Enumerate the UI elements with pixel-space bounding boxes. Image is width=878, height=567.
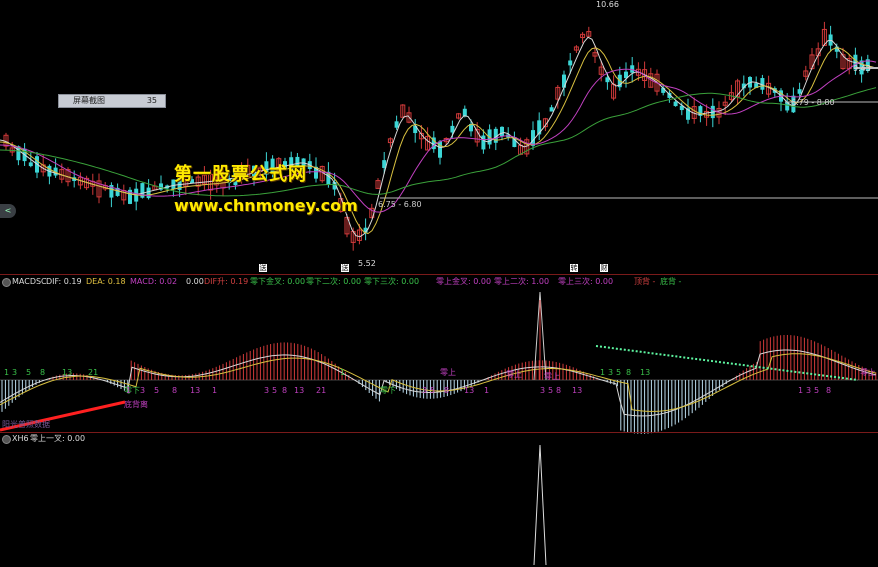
fib-count-label: 5	[430, 386, 436, 395]
candle-down	[673, 101, 678, 107]
candle-down	[146, 187, 151, 199]
fib-count-label: 8	[626, 368, 632, 377]
fib-count-label: 13	[190, 386, 201, 395]
fib-count-label: 8	[444, 386, 450, 395]
watermark-url: www.chnmoney.com	[174, 196, 358, 215]
fib-count-label: 5	[272, 386, 278, 395]
fib-count-label: 8	[826, 386, 832, 395]
fib-count-label: 3	[12, 368, 18, 377]
xh6-settings-icon[interactable]	[2, 435, 11, 444]
macd-dea: DEA: 0.18	[86, 277, 126, 286]
fib-count-label: 5	[26, 368, 32, 377]
macd-zero-up-second: 零上二次: 1.00	[494, 277, 550, 286]
fib-count-label: 1	[600, 368, 606, 377]
xh6-name[interactable]: XH6	[12, 434, 29, 444]
candle-down	[568, 60, 573, 66]
fib-count-label: 5	[154, 386, 160, 395]
candle-down	[394, 121, 399, 128]
macd-dif-up: DIF升: 0.19	[204, 277, 249, 286]
candle-down	[481, 135, 486, 150]
macd-zero-up-right: 零上	[860, 368, 876, 377]
macd-zero-down-golden: 零下金叉: 0.00	[250, 277, 306, 286]
fib-count-label: 1	[4, 368, 10, 377]
price-range-label-a: 6.79 - 8.80	[791, 98, 835, 107]
fib-count-label: 13	[572, 386, 583, 395]
fib-count-label: 5	[814, 386, 820, 395]
macd-zero-down-third: 零下三次: 0.00	[364, 277, 420, 286]
macd-trend-line	[595, 345, 859, 381]
macd-bottom-div: 底背 -	[660, 277, 682, 286]
fib-count-label: 13	[464, 386, 475, 395]
fib-count-label: 8	[556, 386, 562, 395]
fib-count-label: 3	[540, 386, 546, 395]
macd-bottom-div-label: 底背离	[124, 400, 148, 409]
fib-count-label: 21	[88, 368, 99, 377]
macd-top-div: 顶背 -	[634, 277, 656, 286]
fib-count-label: 8	[40, 368, 46, 377]
fib-count-label: 13	[640, 368, 651, 377]
stock-chart-window: 屏幕截图 35 < 10.66 5.52 9.43 6.79 - 8.80 6.…	[0, 0, 878, 567]
fib-count-label: 13	[294, 386, 305, 395]
price-low-label: 5.52	[358, 259, 376, 268]
macd-settings-icon[interactable]	[2, 278, 11, 287]
candle-down	[462, 108, 467, 117]
screenshot-button[interactable]: 屏幕截图 35	[58, 94, 166, 108]
macd-zero-down-2: 零下	[380, 386, 396, 395]
macd-zero-up-1: 零上	[440, 368, 456, 377]
fib-count-label: 1	[484, 386, 490, 395]
candle-down	[549, 107, 554, 112]
price-right-label: 9.43	[853, 64, 871, 73]
macd-zero: 0.00	[186, 277, 204, 286]
watermark-title: 第一股票公式网	[174, 164, 307, 185]
macd-dif: DIF: 0.19	[46, 277, 82, 286]
fib-count-label: 1	[126, 386, 132, 395]
expand-panel-tab[interactable]: <	[0, 204, 16, 218]
macd-bottom-left-note: 阳光普照数据	[2, 420, 50, 429]
price-high-label: 10.66	[596, 0, 619, 9]
event-mark-1[interactable]: 送	[259, 264, 267, 272]
fib-count-label: 8	[282, 386, 288, 395]
fib-count-label: 3	[140, 386, 146, 395]
xh6-value: 零上一叉: 0.00	[30, 434, 86, 443]
candle-down	[28, 162, 33, 167]
fib-count-label: 8	[172, 386, 178, 395]
event-mark-3[interactable]: 转	[570, 264, 578, 272]
macd-zero-down-second: 零下二次: 0.00	[306, 277, 362, 286]
fib-count-label: 5	[616, 368, 622, 377]
event-mark-4[interactable]: 财	[600, 264, 608, 272]
price-range-label-b: 6.75 - 6.80	[378, 200, 422, 209]
macd-macd: MACD: 0.02	[130, 277, 178, 286]
fib-count-label: 21	[316, 386, 327, 395]
fib-count-label: 5	[548, 386, 554, 395]
event-mark-2[interactable]: 送	[341, 264, 349, 272]
macd-zero-up-3: 零上	[544, 372, 560, 381]
screenshot-label: 屏幕截图	[73, 96, 105, 105]
fib-count-label: 3	[608, 368, 614, 377]
macd-zero-up-golden: 零上金叉: 0.00	[436, 277, 492, 286]
macd-zero-up-2: 零上	[506, 370, 522, 379]
macd-zero-up-third: 零上三次: 0.00	[558, 277, 614, 286]
fib-count-label: 3	[806, 386, 812, 395]
candle-down	[797, 89, 802, 94]
candle-down	[828, 34, 833, 46]
ma-line-white	[0, 36, 877, 238]
macd-panel-divider	[0, 432, 878, 433]
fib-count-label: 1	[340, 368, 346, 377]
screenshot-count: 35	[146, 96, 157, 105]
fib-count-label: 3	[422, 386, 428, 395]
fib-count-label: 13	[62, 368, 73, 377]
ma-line-yellow	[0, 47, 877, 235]
macd-name[interactable]: MACDSC	[12, 277, 47, 287]
price-panel-divider	[0, 274, 878, 275]
fib-count-label: 3	[264, 386, 270, 395]
xh6-spike	[533, 444, 547, 566]
candle-down	[562, 74, 566, 88]
candle-down	[500, 126, 504, 137]
fib-count-label: 1	[798, 386, 804, 395]
fib-count-label: 1	[212, 386, 218, 395]
